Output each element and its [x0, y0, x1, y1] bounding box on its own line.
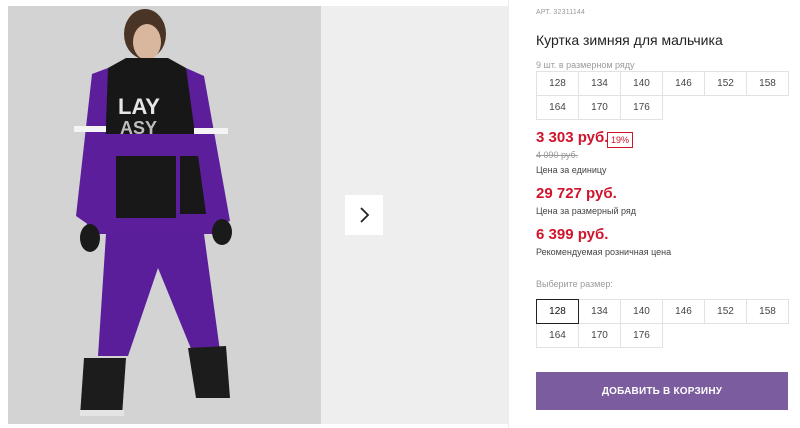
price: 3 303 руб. — [536, 129, 609, 146]
size-row-cell: 140 — [620, 71, 663, 96]
size-option-selected[interactable]: 128 — [536, 299, 579, 324]
size-row-cell: 128 — [536, 71, 579, 96]
size-option[interactable]: 170 — [578, 323, 621, 348]
product-gallery: LAY ASY — [8, 6, 508, 424]
retail-price-caption: Рекомендуемая розничная цена — [536, 247, 672, 257]
size-row-cell: 176 — [620, 95, 663, 120]
boy-in-jacket-illustration: LAY ASY — [8, 6, 321, 424]
size-row-price: 29 727 руб. — [536, 185, 617, 202]
retail-price: 6 399 руб. — [536, 226, 609, 243]
discount-badge: 19% — [607, 132, 634, 148]
svg-text:LAY: LAY — [118, 94, 160, 119]
size-row-cell: 134 — [578, 71, 621, 96]
size-option[interactable]: 158 — [746, 299, 789, 324]
size-option[interactable]: 176 — [620, 323, 663, 348]
next-image-button[interactable] — [345, 195, 383, 235]
size-row-cell: 146 — [662, 71, 705, 96]
size-option[interactable]: 146 — [662, 299, 705, 324]
size-picker: 128 134 140 146 152 158 164 170 176 — [536, 299, 789, 348]
size-row-grid: 128 134 140 146 152 158 164 170 176 — [536, 71, 789, 120]
size-option[interactable]: 134 — [578, 299, 621, 324]
product-photo[interactable]: LAY ASY — [8, 6, 321, 424]
size-row-cell: 152 — [704, 71, 747, 96]
size-row-price-caption: Цена за размерный ряд — [536, 206, 637, 216]
size-row-cell: 158 — [746, 71, 789, 96]
svg-text:ASY: ASY — [120, 118, 157, 138]
add-to-cart-button[interactable]: ДОБАВИТЬ В КОРЗИНУ — [536, 372, 788, 410]
unit-price-caption: Цена за единицу — [536, 165, 607, 175]
size-option[interactable]: 164 — [536, 323, 579, 348]
divider — [508, 0, 509, 428]
choose-size-label: Выберите размер: — [536, 279, 613, 289]
old-price: 4 090 руб. — [536, 150, 579, 160]
article-number: АРТ. 32311144 — [536, 9, 586, 16]
size-row-cell: 164 — [536, 95, 579, 120]
product-title: Куртка зимняя для мальчика — [536, 32, 723, 48]
chevron-right-icon — [360, 207, 370, 223]
size-option[interactable]: 140 — [620, 299, 663, 324]
size-option[interactable]: 152 — [704, 299, 747, 324]
size-row-count: 9 шт. в размерном ряду — [536, 60, 635, 70]
size-row-cell: 170 — [578, 95, 621, 120]
